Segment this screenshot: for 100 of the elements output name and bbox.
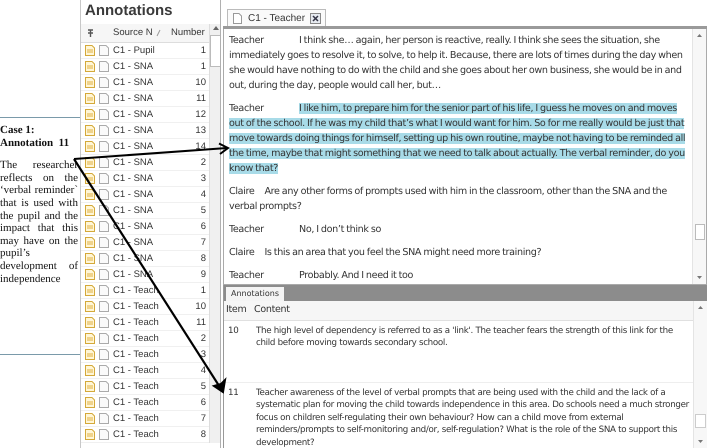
number-cell[interactable]: 7	[171, 411, 209, 427]
transcript-paragraph: Teacher No, I don’t think so	[229, 223, 382, 237]
number-cell[interactable]: 4	[171, 187, 209, 203]
document-icon	[98, 156, 110, 169]
document-icon	[98, 92, 110, 105]
number-cell[interactable]: 2	[171, 331, 209, 347]
number-cell[interactable]: 6	[171, 219, 209, 235]
source-cell[interactable]: C1 - SNA	[113, 139, 171, 155]
number-cell[interactable]: 10	[171, 75, 209, 91]
document-icon	[98, 284, 110, 297]
annotation-icon	[84, 412, 96, 425]
number-cell[interactable]: 1	[171, 59, 209, 75]
transcript-paragraph: Teacher I think she… again, her person is reactive, really. I think she sees the situation, she immediately goes to resolve it, to solve, to help it. Because, there are lots of times during the day when she would have nothing to do with the child and she goes about her own business, she would be in and out, during the day, people would call her, but…	[229, 34, 684, 93]
annotation-icon	[84, 268, 96, 281]
annotation-icon	[84, 188, 96, 201]
number-cell[interactable]: 8	[171, 251, 209, 267]
close-icon	[311, 14, 320, 22]
document-icon	[98, 412, 110, 425]
source-cell[interactable]: C1 - Teach	[113, 411, 171, 427]
annotation-icon	[84, 236, 96, 249]
number-cell[interactable]: 12	[171, 107, 209, 123]
source-cell[interactable]: C1 - Teach	[113, 299, 171, 315]
annotation-icon	[84, 284, 96, 297]
number-cell[interactable]: 1	[171, 43, 209, 59]
number-cell[interactable]: 5	[171, 203, 209, 219]
document-icon	[98, 188, 110, 201]
annotation-icon	[84, 76, 96, 89]
scroll-up-icon[interactable]	[696, 32, 703, 39]
source-cell[interactable]: C1 - Teach	[113, 315, 171, 331]
document-icon	[98, 172, 110, 185]
scroll-up-icon[interactable]	[697, 304, 704, 311]
annotation-icon	[84, 108, 96, 121]
sort-icon[interactable]	[156, 29, 161, 37]
annotation-icon	[84, 252, 96, 265]
annotation-icon	[84, 44, 96, 57]
annotation-icon	[84, 380, 96, 393]
number-cell[interactable]: 3	[171, 171, 209, 187]
annotation-icon	[84, 396, 96, 409]
scroll-up-icon[interactable]	[212, 24, 220, 32]
number-cell[interactable]: 14	[171, 139, 209, 155]
annotation-icon	[84, 348, 96, 361]
source-cell[interactable]: C1 - SNA	[113, 59, 171, 75]
document-icon	[98, 316, 110, 329]
transcript-paragraph: Claire Are any other forms of prompts used with him in the classroom, other than the SNA and the verbal prompts?	[229, 185, 668, 214]
source-cell[interactable]: C1 - Teach	[113, 347, 171, 363]
document-icon	[98, 428, 110, 441]
close-tab-button[interactable]	[310, 12, 322, 24]
callout-heading: Case 1:	[0, 124, 36, 137]
scroll-thumb[interactable]	[695, 414, 706, 428]
annotation-icon	[84, 60, 96, 73]
number-cell[interactable]: 3	[171, 347, 209, 363]
number-cell[interactable]: 5	[171, 379, 209, 395]
document-icon	[98, 364, 110, 377]
source-cell[interactable]: C1 - SNA	[113, 171, 171, 187]
source-cell[interactable]: C1 - Teach	[113, 395, 171, 411]
number-cell[interactable]: 7	[171, 235, 209, 251]
document-icon	[98, 60, 110, 73]
document-icon	[232, 12, 243, 24]
scroll-down-icon[interactable]	[696, 274, 703, 281]
source-cell[interactable]: C1 - SNA	[113, 187, 171, 203]
source-cell[interactable]: C1 - SNA	[113, 235, 171, 251]
annotations-tab[interactable]: Annotations	[226, 287, 284, 301]
annotation-icon	[84, 140, 96, 153]
source-cell[interactable]: C1 - Teach	[113, 379, 171, 395]
number-cell[interactable]: 2	[171, 155, 209, 171]
scroll-down-icon[interactable]	[697, 438, 704, 445]
source-cell[interactable]: C1 - SNA	[113, 107, 171, 123]
scroll-thumb[interactable]	[210, 35, 220, 67]
source-cell[interactable]: C1 - SNA	[113, 155, 171, 171]
number-cell[interactable]: 1	[171, 283, 209, 299]
source-cell[interactable]: C1 - Teach	[113, 363, 171, 379]
document-icon	[98, 348, 110, 361]
annotation-icon	[84, 428, 96, 441]
number-cell[interactable]: 6	[171, 395, 209, 411]
source-cell[interactable]: C1 - Teach	[113, 427, 171, 443]
annotation-icon	[84, 316, 96, 329]
pin-icon[interactable]	[86, 28, 95, 38]
source-cell[interactable]: C1 - SNA	[113, 123, 171, 139]
number-cell[interactable]: 13	[171, 123, 209, 139]
document-icon	[98, 108, 110, 121]
source-cell[interactable]: C1 - SNA	[113, 75, 171, 91]
document-icon	[98, 236, 110, 249]
number-cell[interactable]: 4	[171, 363, 209, 379]
annotation-icon	[84, 92, 96, 105]
number-cell[interactable]: 9	[171, 267, 209, 283]
column-header[interactable]: Item	[224, 301, 252, 320]
source-cell[interactable]: C1 - Teach	[113, 331, 171, 347]
document-icon	[98, 140, 110, 153]
number-cell[interactable]: 10	[171, 299, 209, 315]
document-tab[interactable]: C1 - Teacher	[227, 9, 326, 26]
number-cell[interactable]: 8	[171, 427, 209, 443]
source-cell[interactable]: C1 - Pupil	[113, 43, 171, 59]
document-icon	[98, 44, 110, 57]
document-icon	[98, 252, 110, 265]
source-cell[interactable]: C1 - SNA	[113, 91, 171, 107]
source-cell[interactable]: C1 - SNA	[113, 203, 171, 219]
number-cell[interactable]: 11	[171, 315, 209, 331]
scroll-thumb[interactable]	[694, 224, 704, 240]
number-cell[interactable]: 11	[171, 91, 209, 107]
column-header[interactable]: Content	[252, 301, 693, 320]
